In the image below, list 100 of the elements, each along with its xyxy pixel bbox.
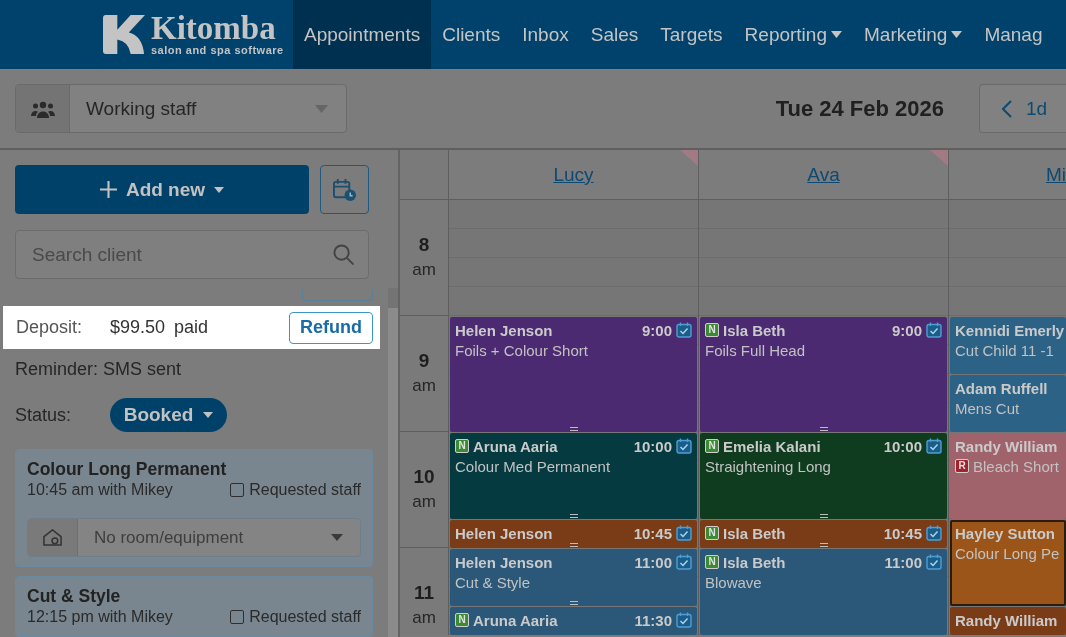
client-tag: N <box>705 439 719 453</box>
service-name: Foils Full Head <box>705 341 806 359</box>
client-name: Isla Beth <box>723 524 786 542</box>
service-detail: 12:15 pm with Mikey <box>27 607 173 627</box>
hour-label: 10 <box>413 464 435 489</box>
client-name: Isla Beth <box>723 553 786 571</box>
appointment-block[interactable]: N Isla Beth 11:00 Blowave <box>700 549 947 635</box>
client-name: Emelia Kalani <box>723 437 821 455</box>
client-tag: N <box>705 526 719 540</box>
deposit-amount: $99.50 <box>110 317 166 338</box>
period-label: am <box>412 606 436 629</box>
chevron-left-icon <box>1002 99 1012 118</box>
client-tag: N <box>455 439 469 453</box>
hour-label: 8 <box>418 232 430 257</box>
client-tag: N <box>705 323 719 337</box>
caret-icon <box>331 534 343 541</box>
appointment-time: 11:00 <box>634 553 672 571</box>
calendar-button[interactable] <box>320 165 369 214</box>
client-name: Adam Ruffell <box>955 379 1048 397</box>
client-name: Hayley Sutton <box>955 524 1056 542</box>
status-label: Status: <box>15 404 73 426</box>
client-name: Helen Jenson <box>455 524 553 542</box>
nav-tab[interactable]: Manag <box>973 0 1054 69</box>
nav-tab[interactable]: Appointments <box>293 0 432 69</box>
logo-tagline: salon and spa software <box>151 42 284 57</box>
service-name: Straightening Long <box>705 457 831 475</box>
plus-icon <box>99 181 117 198</box>
status-dropdown[interactable]: Booked <box>110 398 227 432</box>
service-name: Colour Long Permanent <box>27 458 228 480</box>
service-name: Blowave <box>705 573 762 591</box>
checkbox-label: Requested staff <box>249 480 361 500</box>
client-name: Randy William <box>955 437 1058 455</box>
client-name: Helen Jenson <box>455 553 553 571</box>
appointment-block[interactable]: N Emelia Kalani 10:00 Straightening Long <box>700 433 947 519</box>
period-label: am <box>412 374 436 397</box>
appointment-time: 10:00 <box>883 437 922 455</box>
service-name: Colour Long Pe <box>955 544 1060 562</box>
staff-dropdown[interactable]: Working staff <box>15 84 347 133</box>
reminder-text: Reminder: SMS sent <box>15 358 183 380</box>
appointment-block[interactable]: N Isla Beth 10:45 <box>700 520 947 548</box>
appointment-time: 10:45 <box>883 524 922 542</box>
appointment-time: 9:00 <box>891 321 922 339</box>
service-name: Bleach Short <box>973 457 1059 475</box>
appointment-block[interactable]: Randy William R Bleach Short <box>950 433 1066 519</box>
service-detail: 10:45 am with Mikey <box>27 480 173 500</box>
service-name: Cut & Style <box>27 585 122 607</box>
appointment-block[interactable]: Kennidi Emerly Cut Child 11 -1 <box>950 317 1066 374</box>
client-name: Isla Beth <box>723 321 786 339</box>
nav-tab[interactable]: Clients <box>431 0 512 69</box>
service-name: Cut Child 11 -1 <box>955 341 1054 359</box>
caret-icon <box>203 412 214 418</box>
appointment-block[interactable]: Helen Jenson 10:45 <box>450 520 697 548</box>
nav-tab[interactable]: Targets <box>649 0 734 69</box>
nav-tab[interactable]: Sales <box>579 0 650 69</box>
appointment-time: 10:00 <box>633 437 672 455</box>
hour-label: 11 <box>413 580 435 605</box>
refund-button[interactable]: Refund <box>289 311 373 344</box>
client-name: Aruna Aaria <box>473 611 558 629</box>
appointment-block[interactable]: N Aruna Aaria 10:00 Colour Med Permanent <box>450 433 697 519</box>
appointment-block[interactable]: Helen Jenson 11:00 Cut & Style <box>450 549 697 606</box>
appointment-block[interactable]: N Isla Beth 9:00 Foils Full Head <box>700 317 947 432</box>
appointment-time: 11:00 <box>884 553 922 571</box>
checkbox-label: Requested staff <box>249 607 361 627</box>
deposit-label: Deposit: <box>16 317 84 338</box>
client-tag: N <box>705 555 719 569</box>
checkbox[interactable] <box>230 610 245 624</box>
logo-text: Kitomba <box>151 12 277 43</box>
hour-label: 9 <box>418 348 430 373</box>
checkbox[interactable] <box>230 483 245 497</box>
deposit-state: paid <box>174 317 209 338</box>
search-icon <box>333 244 354 265</box>
client-tag: N <box>455 613 469 627</box>
client-name: Randy William <box>955 611 1058 629</box>
nav-tab[interactable]: Inbox <box>511 0 580 69</box>
appointment-block[interactable]: Randy William <box>950 607 1066 635</box>
appointment-block[interactable]: Adam Ruffell Mens Cut <box>950 375 1066 432</box>
room-dropdown[interactable]: No room/equipment <box>27 518 361 557</box>
appointment-block[interactable]: Hayley Sutton Colour Long Pe <box>950 520 1066 606</box>
appointment-time: 11:30 <box>634 611 672 629</box>
house-icon <box>43 529 62 546</box>
appointment-time: 10:45 <box>633 524 672 542</box>
date-title: Tue 24 Feb 2026 <box>775 95 944 122</box>
client-name: Kennidi Emerly <box>955 321 1065 339</box>
caret-icon <box>315 104 328 113</box>
client-name: Aruna Aaria <box>473 437 558 455</box>
service-name: Foils + Colour Short <box>455 341 588 359</box>
nav-tab[interactable]: Reporting <box>733 0 853 69</box>
appointment-time: 9:00 <box>641 321 672 339</box>
caret-icon <box>214 186 225 193</box>
add-new-button[interactable]: Add new <box>15 165 309 214</box>
logo-icon <box>103 15 145 54</box>
service-tag: R <box>955 459 969 473</box>
client-name: Helen Jenson <box>455 321 553 339</box>
nav-tab[interactable]: Marketing <box>853 0 974 69</box>
service-name: Cut & Style <box>455 573 531 591</box>
calendar-clock-icon <box>333 178 356 201</box>
people-icon <box>30 99 55 118</box>
service-name: Colour Med Permanent <box>455 457 611 475</box>
appointment-block[interactable]: N Aruna Aaria 11:30 <box>450 607 697 635</box>
appointment-block[interactable]: Helen Jenson 9:00 Foils + Colour Short <box>450 317 697 432</box>
